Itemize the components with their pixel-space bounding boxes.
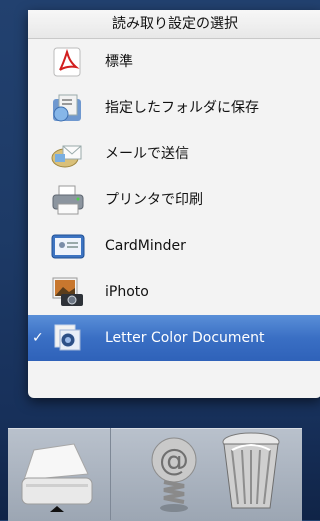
menu-item-label: 指定したフォルダに保存	[105, 100, 259, 116]
menu-item-label: 標準	[105, 54, 133, 70]
mail-icon	[51, 138, 85, 170]
menu-item-send-mail[interactable]: メールで送信	[28, 131, 320, 177]
menu-item-label: iPhoto	[105, 284, 149, 300]
checkmark-icon: ✓	[32, 330, 44, 346]
svg-text:@: @	[159, 443, 189, 478]
scanner-icon[interactable]	[14, 430, 100, 520]
menu-item-letter-color-document[interactable]: ✓ Letter Color Document	[28, 315, 320, 361]
letter-color-document-icon	[51, 322, 85, 354]
menu-item-print[interactable]: プリンタで印刷	[28, 177, 320, 223]
menu-item-label: プリンタで印刷	[105, 192, 203, 208]
mail-at-icon[interactable]: @	[138, 430, 212, 520]
menu-item-cardminder[interactable]: CardMinder	[28, 223, 320, 269]
scan-setting-menu: 読み取り設定の選択 標準 指定したフォルダに保存 メールで送信 プリンタで印刷 …	[28, 10, 320, 398]
menu-item-iphoto[interactable]: iPhoto	[28, 269, 320, 315]
menu-item-label: Letter Color Document	[105, 330, 265, 346]
folder-save-icon	[51, 92, 85, 124]
printer-icon	[51, 184, 85, 216]
menu-title: 読み取り設定の選択	[28, 10, 320, 39]
dock-separator	[110, 428, 111, 520]
menu-item-label: CardMinder	[105, 238, 186, 254]
pdf-icon	[51, 46, 85, 78]
trash-icon[interactable]	[214, 432, 288, 520]
menu-item-standard[interactable]: 標準	[28, 39, 320, 85]
menu-item-label: メールで送信	[105, 146, 189, 162]
cardminder-icon	[51, 230, 85, 262]
iphoto-icon	[51, 276, 85, 308]
menu-item-save-to-folder[interactable]: 指定したフォルダに保存	[28, 85, 320, 131]
